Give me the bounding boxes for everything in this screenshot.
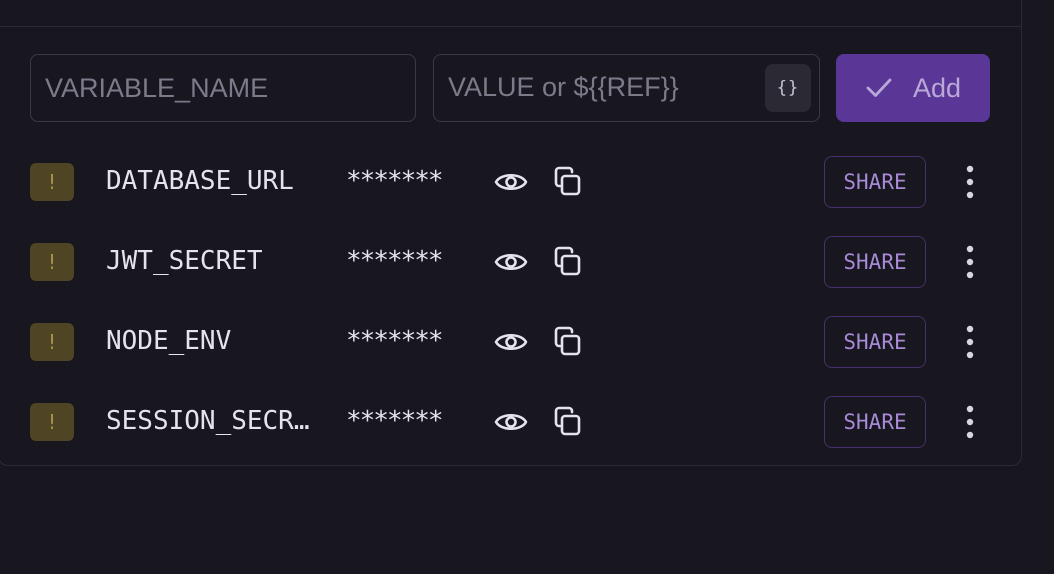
add-button-label: Add bbox=[912, 72, 962, 103]
eye-icon[interactable] bbox=[494, 328, 528, 356]
variable-value-masked: ******* bbox=[346, 406, 444, 436]
variable-name: NODE_ENV bbox=[106, 326, 232, 356]
variable-name: SESSION_SECR… bbox=[106, 406, 310, 436]
share-button[interactable]: SHARE bbox=[824, 396, 926, 448]
copy-icon[interactable] bbox=[552, 246, 584, 278]
variable-name: DATABASE_URL bbox=[106, 166, 294, 196]
share-button[interactable]: SHARE bbox=[824, 156, 926, 208]
more-vertical-icon[interactable] bbox=[956, 244, 984, 280]
variable-row: ! NODE_ENV ******* SHARE bbox=[30, 316, 990, 368]
variable-name: JWT_SECRET bbox=[106, 246, 263, 276]
add-variable-button[interactable]: Add bbox=[836, 54, 990, 122]
eye-icon[interactable] bbox=[494, 168, 528, 196]
add-variable-form: {} Add bbox=[30, 54, 990, 122]
share-button[interactable]: SHARE bbox=[824, 236, 926, 288]
insert-reference-button[interactable]: {} bbox=[765, 64, 811, 112]
variable-value-field: {} bbox=[433, 54, 820, 122]
copy-icon[interactable] bbox=[552, 166, 584, 198]
warning-badge: ! bbox=[30, 243, 74, 281]
copy-icon[interactable] bbox=[552, 326, 584, 358]
more-vertical-icon[interactable] bbox=[956, 324, 984, 360]
variable-value-masked: ******* bbox=[346, 166, 444, 196]
warning-badge: ! bbox=[30, 323, 74, 361]
warning-badge: ! bbox=[30, 403, 74, 441]
variable-value-masked: ******* bbox=[346, 246, 444, 276]
more-vertical-icon[interactable] bbox=[956, 404, 984, 440]
variable-name-input[interactable] bbox=[30, 54, 416, 122]
more-vertical-icon[interactable] bbox=[956, 164, 984, 200]
variable-row: ! JWT_SECRET ******* SHARE bbox=[30, 236, 990, 288]
variable-row: ! SESSION_SECR… ******* SHARE bbox=[30, 396, 990, 448]
divider bbox=[0, 26, 1021, 27]
check-icon bbox=[866, 78, 892, 97]
share-button[interactable]: SHARE bbox=[824, 316, 926, 368]
variable-value-masked: ******* bbox=[346, 326, 444, 356]
copy-icon[interactable] bbox=[552, 406, 584, 438]
variable-value-input[interactable] bbox=[434, 55, 754, 119]
eye-icon[interactable] bbox=[494, 408, 528, 436]
eye-icon[interactable] bbox=[494, 248, 528, 276]
warning-badge: ! bbox=[30, 163, 74, 201]
variable-row: ! DATABASE_URL ******* SHARE bbox=[30, 156, 990, 208]
